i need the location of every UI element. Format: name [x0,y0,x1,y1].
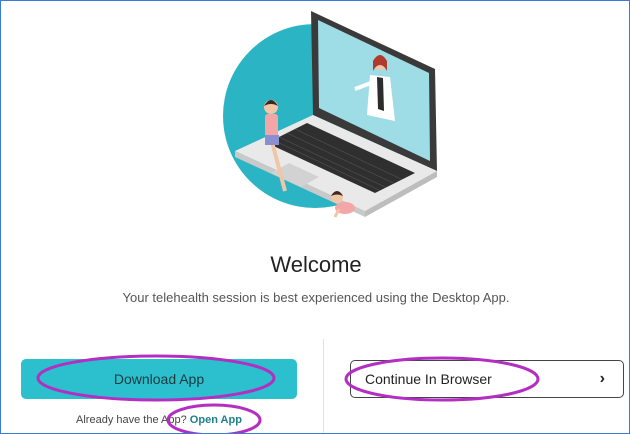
open-app-link[interactable]: Open App [190,414,242,426]
page-subtitle: Your telehealth session is best experien… [122,290,510,305]
vertical-divider [323,339,324,433]
telehealth-illustration [223,11,437,218]
download-app-label: Download App [113,371,205,387]
already-have-app-text: Already have the App? Open App [21,414,297,426]
chevron-right-icon: › [599,370,605,387]
baby-arm [333,208,341,218]
girl-shorts [265,135,279,145]
continue-in-browser-label: Continue In Browser [365,371,492,387]
continue-in-browser-button[interactable]: Continue In Browser › [350,360,624,398]
welcome-page: Welcome Your telehealth session is best … [0,0,630,434]
already-have-app-prefix: Already have the App? [76,414,187,426]
page-title: Welcome [270,252,362,277]
download-app-button[interactable]: Download App [21,359,297,399]
doctor-shirt [377,77,384,111]
girl-body [265,114,278,138]
